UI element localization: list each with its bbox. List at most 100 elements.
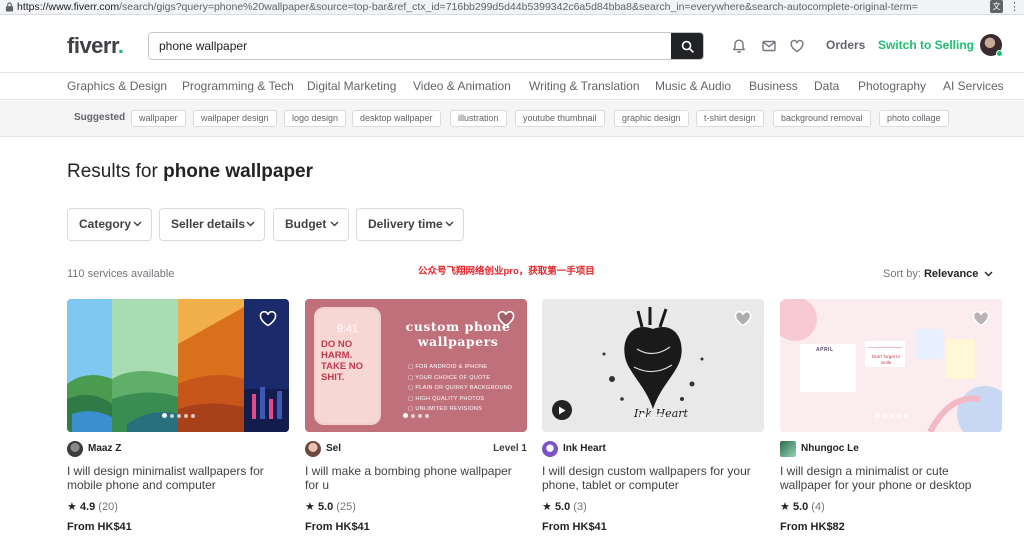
filter-category[interactable]: Category [67,208,152,241]
online-status-dot [996,50,1003,57]
carousel-dots[interactable] [67,413,289,418]
gig-price[interactable]: From HK$41 [542,521,607,533]
category-writing-translation[interactable]: Writing & Translation [529,79,640,93]
seller-name[interactable]: Maaz Z [88,443,121,454]
gig-card[interactable]: APRIL Don't forget to smile Nhungoc Le I… [780,299,1002,544]
gig-card[interactable]: Ink Heart Ink Heart I will design custom… [542,299,764,544]
services-count: 110 services available [67,268,175,280]
chevron-down-icon [984,271,993,277]
star-icon: ★ [305,501,315,513]
bell-icon[interactable] [731,38,747,54]
gig-title[interactable]: I will design custom wallpapers for your… [542,464,764,492]
seller-info: Maaz Z [67,441,289,457]
favorite-heart-icon[interactable] [497,311,515,327]
suggested-chip[interactable]: t-shirt design [696,110,764,127]
sort-by-dropdown[interactable]: Sort by: Relevance [883,268,993,280]
gig-price[interactable]: From HK$41 [305,521,370,533]
watermark-text: 公众号飞翔网络创业pro，获取第一手项目 [418,266,595,277]
carousel-dots[interactable] [542,413,764,418]
search-input[interactable] [149,33,673,59]
carousel-dots[interactable] [305,413,527,418]
browser-menu-icon[interactable]: ⋮ [1009,2,1020,13]
search-button[interactable] [671,33,703,59]
star-icon: ★ [67,501,77,513]
url-path: /search/gigs?query=phone%20wallpaper&sou… [119,1,918,13]
seller-avatar[interactable] [780,441,796,457]
site-header: fiverr. Orders Switch to Selling [0,15,1024,73]
seller-avatar[interactable] [67,441,83,457]
gig-rating: ★ 5.0 (3) [542,501,587,513]
seller-name[interactable]: Nhungoc Le [801,443,859,454]
seller-avatar[interactable] [305,441,321,457]
filter-budget[interactable]: Budget [273,208,349,241]
category-photography[interactable]: Photography [858,79,926,93]
gig-thumbnail[interactable]: APRIL Don't forget to smile [780,299,1002,432]
gig-price[interactable]: From HK$82 [780,521,845,533]
suggested-chip[interactable]: desktop wallpaper [352,110,441,127]
calendar-month: APRIL [816,347,834,353]
carousel-dots[interactable] [780,413,1002,418]
seller-name[interactable]: Ink Heart [563,443,606,454]
filter-delivery-time[interactable]: Delivery time [356,208,464,241]
suggested-chip[interactable]: illustration [450,110,507,127]
gig-title[interactable]: I will design minimalist wallpapers for … [67,464,289,492]
seller-info: Sel Level 1 [305,441,527,457]
favorite-heart-icon[interactable] [972,311,990,327]
category-graphics-design[interactable]: Graphics & Design [67,79,167,93]
suggested-chip[interactable]: background removal [773,110,871,127]
gig-card[interactable]: Maaz Z I will design minimalist wallpape… [67,299,289,544]
seller-name[interactable]: Sel [326,443,341,454]
gig-rating: ★ 4.9 (20) [67,501,118,513]
gig-title[interactable]: I will design a minimalist or cute wallp… [780,464,1002,492]
category-nav: Graphics & Design Programming & Tech Dig… [0,73,1024,100]
category-business[interactable]: Business [749,79,798,93]
translate-extension-icon[interactable]: 文 [990,0,1003,13]
fiverr-logo[interactable]: fiverr. [67,33,124,59]
favorite-heart-icon[interactable] [734,311,752,327]
messages-icon[interactable] [761,38,777,54]
suggested-chip[interactable]: wallpaper [131,110,186,127]
gig-title[interactable]: I will make a bombing phone wallpaper fo… [305,464,527,492]
heart-icon[interactable] [789,38,805,54]
suggested-chip[interactable]: youtube thumbnail [515,110,605,127]
favorite-heart-icon[interactable] [259,311,277,327]
category-data[interactable]: Data [814,79,839,93]
results-title: Results for phone wallpaper [67,161,314,182]
thumb-bullets: ▢ FOR ANDROID & IPHONE ▢ YOUR CHOICE OF … [408,364,513,412]
lock-icon [5,2,14,12]
gig-price[interactable]: From HK$41 [67,521,132,533]
category-music-audio[interactable]: Music & Audio [655,79,731,93]
filter-seller-details[interactable]: Seller details [159,208,265,241]
phone-mockup: 9:41 DO NO HARM. TAKE NO SHIT. [314,307,381,425]
seller-avatar[interactable] [542,441,558,457]
category-video-animation[interactable]: Video & Animation [413,79,511,93]
suggested-chip[interactable]: logo design [284,110,347,127]
gig-rating: ★ 5.0 (25) [305,501,356,513]
seller-level-badge: Level 1 [493,443,527,454]
orders-link[interactable]: Orders [826,38,865,52]
search-icon [681,40,694,53]
suggested-bar: Suggested wallpaper wallpaper design log… [0,101,1024,137]
seller-info: Nhungoc Le [780,441,1002,457]
suggested-label: Suggested [74,112,126,123]
suggested-chip[interactable]: graphic design [614,110,689,127]
results-query: phone wallpaper [163,161,314,182]
chevron-down-icon [246,221,255,227]
suggested-chip[interactable]: photo collage [879,110,949,127]
switch-to-selling-link[interactable]: Switch to Selling [878,38,974,52]
browser-url-bar[interactable]: https://www.fiverr.com/search/gigs?query… [0,0,1024,15]
gig-card[interactable]: 9:41 DO NO HARM. TAKE NO SHIT. custom ph… [305,299,527,544]
category-digital-marketing[interactable]: Digital Marketing [307,79,396,93]
gig-thumbnail[interactable] [67,299,289,432]
category-ai-services[interactable]: AI Services [943,79,1004,93]
url-host: https://www.fiverr.com [17,1,120,13]
chevron-down-icon [445,221,454,227]
star-icon: ★ [542,501,552,513]
gig-thumbnail[interactable]: Ink Heart [542,299,764,432]
suggested-chip[interactable]: wallpaper design [193,110,277,127]
chevron-down-icon [330,221,339,227]
gig-thumbnail[interactable]: 9:41 DO NO HARM. TAKE NO SHIT. custom ph… [305,299,527,432]
category-programming-tech[interactable]: Programming & Tech [182,79,294,93]
thumb-note: Don't forget to smile [871,354,901,365]
url-text[interactable]: https://www.fiverr.com/search/gigs?query… [17,1,918,13]
